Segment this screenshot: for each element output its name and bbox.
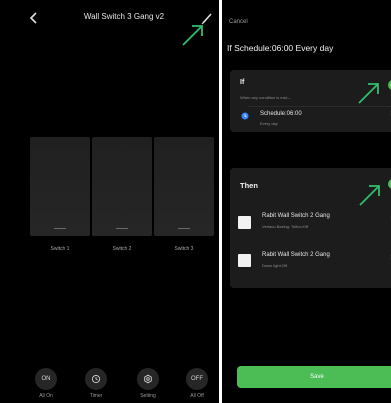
then-heading: Then — [240, 181, 258, 190]
automation-screen: Cancel If Schedule:06:00 Every day If Wh… — [222, 0, 391, 403]
save-button[interactable]: Save — [237, 366, 391, 388]
schedule-row-subtitle: Every day — [260, 121, 278, 126]
device-icon — [238, 254, 251, 267]
switch-3-button[interactable] — [154, 137, 214, 236]
device-screen: Wall Switch 3 Gang v2 Switch 1 Switch 2 … — [0, 0, 219, 403]
switch-2-label: Switch 2 — [112, 246, 132, 252]
annotation-arrow-icon — [358, 83, 379, 104]
setting-label: Setting — [140, 393, 156, 399]
setting-button[interactable] — [137, 368, 159, 390]
device-icon — [238, 216, 251, 229]
on-icon: ON — [41, 376, 51, 382]
if-heading: If — [240, 79, 245, 86]
action-row-title[interactable]: Rabit Wall Switch 2 Gang — [262, 252, 330, 258]
switch-1-button[interactable] — [30, 137, 90, 236]
annotation-arrow-icon — [359, 185, 380, 206]
gear-icon — [144, 374, 152, 384]
action-row-subtitle: Down light:Off — [262, 263, 288, 268]
cancel-button[interactable]: Cancel — [229, 19, 248, 25]
all-off-label: All Off — [190, 393, 204, 399]
action-row-title[interactable]: Rabit Wall Switch 2 Gang — [262, 213, 330, 219]
device-title: Wall Switch 3 Gang v2 — [83, 12, 165, 21]
all-on-button[interactable]: ON — [35, 368, 57, 390]
switch-2-button[interactable] — [92, 137, 152, 236]
switch-3-label: Switch 3 — [174, 246, 194, 252]
clock-icon — [241, 112, 249, 120]
scene-title: If Schedule:06:00 Every day — [227, 43, 334, 53]
annotation-arrow-icon — [182, 25, 203, 46]
timer-label: Timer — [89, 393, 103, 399]
timer-button[interactable] — [85, 368, 107, 390]
switch-1-label: Switch 1 — [50, 246, 70, 252]
action-row-subtitle: Vertaco Baxing: Toltno:Off — [262, 224, 309, 229]
if-subtitle: When any condition is met— — [240, 95, 291, 100]
all-off-button[interactable]: OFF — [186, 368, 208, 390]
all-on-label: All On — [39, 393, 53, 399]
switch-panels — [30, 137, 214, 236]
off-icon: OFF — [191, 376, 203, 382]
divider — [248, 106, 391, 107]
clock-icon — [91, 374, 101, 384]
schedule-row-title[interactable]: Schedule:06:00 — [260, 111, 302, 117]
back-arrow-icon[interactable] — [27, 11, 41, 25]
